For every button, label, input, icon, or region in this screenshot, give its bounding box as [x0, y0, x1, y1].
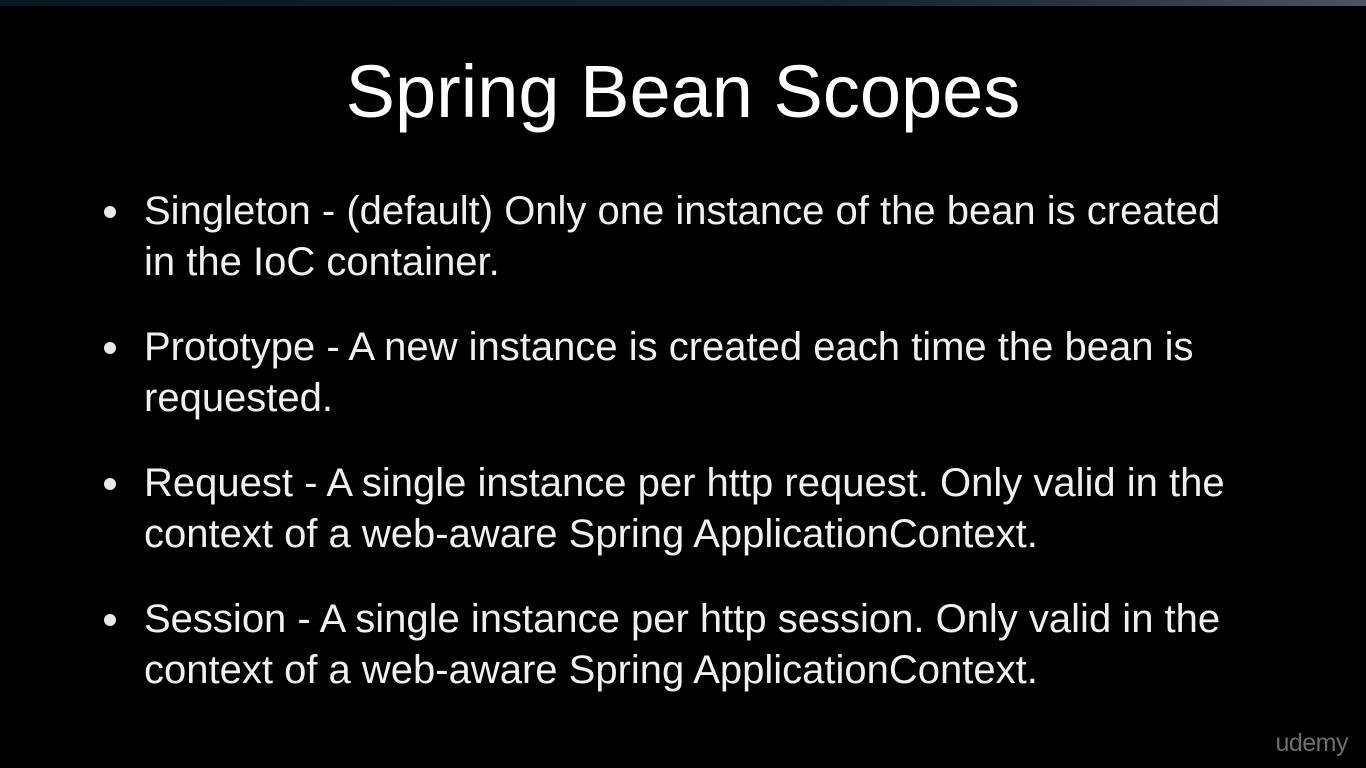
- bullet-dot-icon: [104, 614, 116, 626]
- bullet-dot-icon: [104, 206, 116, 218]
- bullet-session: Session - A single instance per http ses…: [100, 594, 1260, 696]
- udemy-watermark: udemy: [1275, 729, 1348, 757]
- bullet-request: Request - A single instance per http req…: [100, 458, 1260, 560]
- top-strip: [0, 0, 1366, 6]
- bullet-text: Session - A single instance per http ses…: [144, 597, 1221, 692]
- bullet-text: Prototype - A new instance is created ea…: [144, 325, 1194, 420]
- bullet-singleton: Singleton - (default) Only one instance …: [100, 186, 1260, 288]
- slide-title: Spring Bean Scopes: [345, 50, 1021, 133]
- slide: Spring Bean Scopes Singleton - (default)…: [0, 0, 1366, 768]
- bullet-dot-icon: [104, 342, 116, 354]
- bullet-text: Request - A single instance per http req…: [144, 461, 1225, 556]
- bullet-list: Singleton - (default) Only one instance …: [100, 186, 1260, 730]
- bullet-text: Singleton - (default) Only one instance …: [144, 189, 1221, 284]
- bullet-dot-icon: [104, 478, 116, 490]
- bullet-prototype: Prototype - A new instance is created ea…: [100, 322, 1260, 424]
